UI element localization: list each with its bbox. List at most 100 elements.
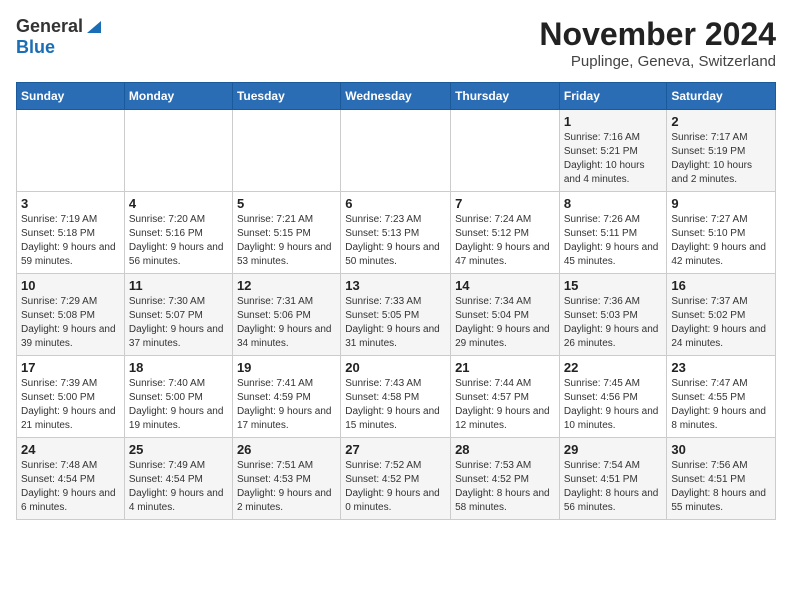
day-cell: 19Sunrise: 7:41 AM Sunset: 4:59 PM Dayli… bbox=[232, 356, 340, 438]
day-info: Sunrise: 7:33 AM Sunset: 5:05 PM Dayligh… bbox=[345, 295, 446, 351]
day-cell: 1 Sunrise: 7:16 AM Sunset: 5:21 PM Daylig… bbox=[559, 110, 667, 192]
day-number: 17 bbox=[21, 360, 120, 375]
day-cell: 5 Sunrise: 7:21 AM Sunset: 5:15 PM Daylig… bbox=[232, 192, 340, 274]
logo-general-text: General bbox=[16, 16, 83, 37]
day-number: 27 bbox=[345, 442, 446, 457]
header-thursday: Thursday bbox=[451, 83, 560, 110]
day-cell: 10 Sunrise: 7:29 AM Sunset: 5:08 PM Dayli… bbox=[17, 274, 125, 356]
day-number: 5 bbox=[237, 196, 336, 211]
day-cell: 21 Sunrise: 7:44 AM Sunset: 4:57 PM Dayli… bbox=[451, 356, 560, 438]
day-info: Sunrise: 7:44 AM Sunset: 4:57 PM Dayligh… bbox=[455, 377, 555, 433]
day-info: Sunrise: 7:45 AM Sunset: 4:56 PM Dayligh… bbox=[564, 377, 663, 433]
day-number: 6 bbox=[345, 196, 446, 211]
day-cell: 23Sunrise: 7:47 AM Sunset: 4:55 PM Dayli… bbox=[667, 356, 776, 438]
header: General Blue November 2024 Puplinge, Gen… bbox=[16, 16, 776, 70]
day-info: Sunrise: 7:41 AM Sunset: 4:59 PM Dayligh… bbox=[237, 377, 336, 433]
day-info: Sunrise: 7:26 AM Sunset: 5:11 PM Dayligh… bbox=[564, 213, 663, 269]
day-info: Sunrise: 7:47 AM Sunset: 4:55 PM Dayligh… bbox=[671, 377, 771, 433]
day-cell bbox=[341, 110, 451, 192]
day-number: 22 bbox=[564, 360, 663, 375]
header-wednesday: Wednesday bbox=[341, 83, 451, 110]
day-info: Sunrise: 7:43 AM Sunset: 4:58 PM Dayligh… bbox=[345, 377, 446, 433]
day-number: 14 bbox=[455, 278, 555, 293]
day-info: Sunrise: 7:37 AM Sunset: 5:02 PM Dayligh… bbox=[671, 295, 771, 351]
day-number: 7 bbox=[455, 196, 555, 211]
day-number: 10 bbox=[21, 278, 120, 293]
header-sunday: Sunday bbox=[17, 83, 125, 110]
day-cell bbox=[232, 110, 340, 192]
day-number: 30 bbox=[671, 442, 771, 457]
day-number: 24 bbox=[21, 442, 120, 457]
day-cell: 29 Sunrise: 7:54 AM Sunset: 4:51 PM Dayli… bbox=[559, 438, 667, 520]
day-cell: 25 Sunrise: 7:49 AM Sunset: 4:54 PM Dayli… bbox=[124, 438, 232, 520]
day-number: 13 bbox=[345, 278, 446, 293]
day-info: Sunrise: 7:49 AM Sunset: 4:54 PM Dayligh… bbox=[129, 459, 228, 515]
day-number: 4 bbox=[129, 196, 228, 211]
day-number: 1 bbox=[564, 114, 663, 129]
day-info: Sunrise: 7:39 AM Sunset: 5:00 PM Dayligh… bbox=[21, 377, 120, 433]
week-row-2: 3 Sunrise: 7:19 AM Sunset: 5:18 PM Daylig… bbox=[17, 192, 776, 274]
day-number: 2 bbox=[671, 114, 771, 129]
title-section: November 2024 Puplinge, Geneva, Switzerl… bbox=[539, 16, 776, 70]
day-info: Sunrise: 7:16 AM Sunset: 5:21 PM Dayligh… bbox=[564, 131, 663, 187]
day-info: Sunrise: 7:40 AM Sunset: 5:00 PM Dayligh… bbox=[129, 377, 228, 433]
day-cell: 27Sunrise: 7:52 AM Sunset: 4:52 PM Dayli… bbox=[341, 438, 451, 520]
day-info: Sunrise: 7:30 AM Sunset: 5:07 PM Dayligh… bbox=[129, 295, 228, 351]
day-number: 9 bbox=[671, 196, 771, 211]
day-cell: 4 Sunrise: 7:20 AM Sunset: 5:16 PM Daylig… bbox=[124, 192, 232, 274]
day-info: Sunrise: 7:48 AM Sunset: 4:54 PM Dayligh… bbox=[21, 459, 120, 515]
day-info: Sunrise: 7:56 AM Sunset: 4:51 PM Dayligh… bbox=[671, 459, 771, 515]
day-cell: 9 Sunrise: 7:27 AM Sunset: 5:10 PM Daylig… bbox=[667, 192, 776, 274]
day-number: 26 bbox=[237, 442, 336, 457]
day-cell bbox=[17, 110, 125, 192]
header-monday: Monday bbox=[124, 83, 232, 110]
day-number: 21 bbox=[455, 360, 555, 375]
day-cell: 16 Sunrise: 7:37 AM Sunset: 5:02 PM Dayli… bbox=[667, 274, 776, 356]
day-cell: 2 Sunrise: 7:17 AM Sunset: 5:19 PM Daylig… bbox=[667, 110, 776, 192]
day-cell: 17 Sunrise: 7:39 AM Sunset: 5:00 PM Dayli… bbox=[17, 356, 125, 438]
day-info: Sunrise: 7:29 AM Sunset: 5:08 PM Dayligh… bbox=[21, 295, 120, 351]
calendar-header-row: SundayMondayTuesdayWednesdayThursdayFrid… bbox=[17, 83, 776, 110]
day-cell: 7 Sunrise: 7:24 AM Sunset: 5:12 PM Daylig… bbox=[451, 192, 560, 274]
day-number: 16 bbox=[671, 278, 771, 293]
day-info: Sunrise: 7:31 AM Sunset: 5:06 PM Dayligh… bbox=[237, 295, 336, 351]
day-cell bbox=[124, 110, 232, 192]
day-number: 3 bbox=[21, 196, 120, 211]
day-cell: 8Sunrise: 7:26 AM Sunset: 5:11 PM Daylig… bbox=[559, 192, 667, 274]
day-info: Sunrise: 7:54 AM Sunset: 4:51 PM Dayligh… bbox=[564, 459, 663, 515]
day-info: Sunrise: 7:27 AM Sunset: 5:10 PM Dayligh… bbox=[671, 213, 771, 269]
day-number: 11 bbox=[129, 278, 228, 293]
day-cell: 30 Sunrise: 7:56 AM Sunset: 4:51 PM Dayli… bbox=[667, 438, 776, 520]
month-title: November 2024 bbox=[539, 16, 776, 53]
location-subtitle: Puplinge, Geneva, Switzerland bbox=[539, 53, 776, 70]
day-cell: 24 Sunrise: 7:48 AM Sunset: 4:54 PM Dayli… bbox=[17, 438, 125, 520]
logo: General Blue bbox=[16, 16, 103, 58]
header-friday: Friday bbox=[559, 83, 667, 110]
week-row-1: 1 Sunrise: 7:16 AM Sunset: 5:21 PM Daylig… bbox=[17, 110, 776, 192]
day-info: Sunrise: 7:36 AM Sunset: 5:03 PM Dayligh… bbox=[564, 295, 663, 351]
day-number: 20 bbox=[345, 360, 446, 375]
day-info: Sunrise: 7:53 AM Sunset: 4:52 PM Dayligh… bbox=[455, 459, 555, 515]
day-number: 28 bbox=[455, 442, 555, 457]
day-cell: 26 Sunrise: 7:51 AM Sunset: 4:53 PM Dayli… bbox=[232, 438, 340, 520]
day-cell: 28 Sunrise: 7:53 AM Sunset: 4:52 PM Dayli… bbox=[451, 438, 560, 520]
day-info: Sunrise: 7:17 AM Sunset: 5:19 PM Dayligh… bbox=[671, 131, 771, 187]
day-info: Sunrise: 7:51 AM Sunset: 4:53 PM Dayligh… bbox=[237, 459, 336, 515]
day-cell: 20 Sunrise: 7:43 AM Sunset: 4:58 PM Dayli… bbox=[341, 356, 451, 438]
week-row-4: 17 Sunrise: 7:39 AM Sunset: 5:00 PM Dayli… bbox=[17, 356, 776, 438]
day-cell: 14 Sunrise: 7:34 AM Sunset: 5:04 PM Dayli… bbox=[451, 274, 560, 356]
day-number: 25 bbox=[129, 442, 228, 457]
day-number: 15 bbox=[564, 278, 663, 293]
day-cell: 13 Sunrise: 7:33 AM Sunset: 5:05 PM Dayli… bbox=[341, 274, 451, 356]
day-info: Sunrise: 7:34 AM Sunset: 5:04 PM Dayligh… bbox=[455, 295, 555, 351]
day-number: 12 bbox=[237, 278, 336, 293]
day-info: Sunrise: 7:23 AM Sunset: 5:13 PM Dayligh… bbox=[345, 213, 446, 269]
day-number: 29 bbox=[564, 442, 663, 457]
day-info: Sunrise: 7:19 AM Sunset: 5:18 PM Dayligh… bbox=[21, 213, 120, 269]
day-info: Sunrise: 7:21 AM Sunset: 5:15 PM Dayligh… bbox=[237, 213, 336, 269]
day-cell: 6 Sunrise: 7:23 AM Sunset: 5:13 PM Daylig… bbox=[341, 192, 451, 274]
week-row-3: 10 Sunrise: 7:29 AM Sunset: 5:08 PM Dayli… bbox=[17, 274, 776, 356]
day-cell: 22 Sunrise: 7:45 AM Sunset: 4:56 PM Dayli… bbox=[559, 356, 667, 438]
day-info: Sunrise: 7:20 AM Sunset: 5:16 PM Dayligh… bbox=[129, 213, 228, 269]
day-info: Sunrise: 7:24 AM Sunset: 5:12 PM Dayligh… bbox=[455, 213, 555, 269]
